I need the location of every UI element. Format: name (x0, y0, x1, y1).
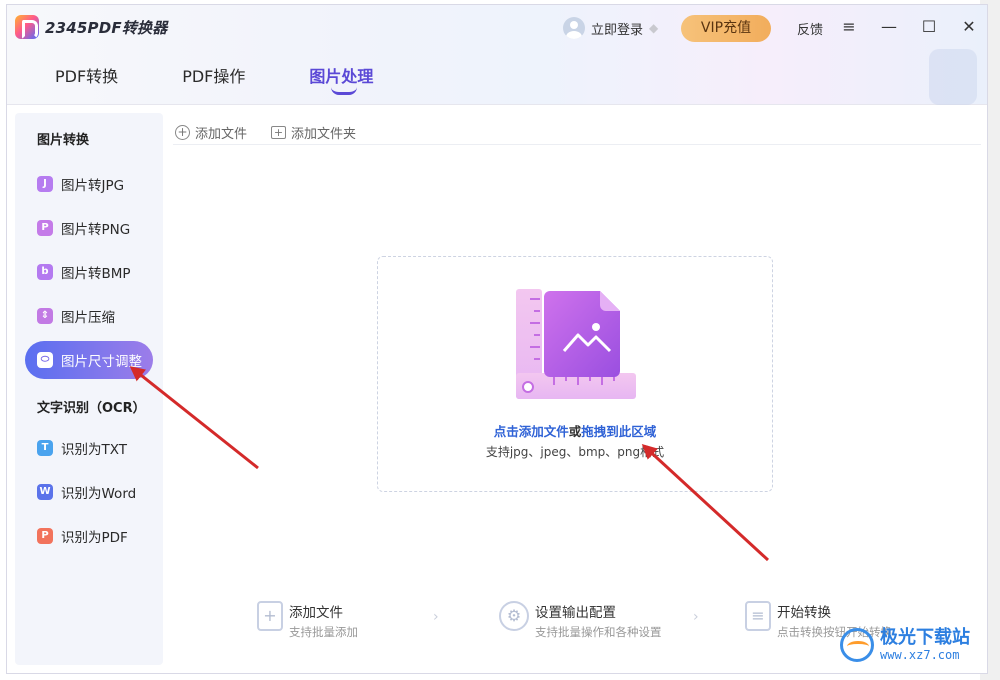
bmp-icon: b (37, 264, 53, 280)
header: 2345PDF转换器 立即登录 ◆ VIP充值 反馈 ≡ — ☐ ✕ PDF转换… (7, 5, 987, 105)
file-drop-zone[interactable]: 点击添加文件或拖拽到此区域 支持jpg、jpeg、bmp、png格式 (377, 256, 773, 492)
tab-pdf-operate[interactable]: PDF操作 (182, 63, 245, 87)
sidebar-item-image-compress[interactable]: ⇕ 图片压缩 (25, 297, 153, 335)
step-chevron-icon: › (693, 609, 699, 625)
sidebar-item-label: 识别为Word (61, 486, 137, 502)
sidebar-item-ocr-pdf[interactable]: P 识别为PDF (25, 517, 153, 555)
png-icon: P (37, 220, 53, 236)
minimize-icon[interactable]: — (877, 15, 901, 39)
step-title: 添加文件 (289, 605, 343, 621)
supported-formats-text: 支持jpg、jpeg、bmp、png格式 (485, 445, 665, 459)
add-circle-icon: + (175, 125, 190, 140)
add-file-label: 添加文件 (195, 127, 248, 142)
app-window: 2345PDF转换器 立即登录 ◆ VIP充值 反馈 ≡ — ☐ ✕ PDF转换… (6, 4, 988, 674)
drop-or-text: 或 (568, 424, 582, 439)
pdf-icon: P (37, 528, 53, 544)
drag-here-text: 拖拽到此区域 (581, 424, 657, 439)
diamond-icon: ◆ (649, 21, 659, 35)
file-toolbar: + 添加文件 + 添加文件夹 (173, 121, 981, 145)
tab-image-process[interactable]: 图片处理 (309, 63, 374, 95)
sidebar-item-label: 图片转BMP (61, 266, 131, 282)
add-file-button[interactable]: + 添加文件 (175, 123, 247, 142)
avatar-icon (563, 17, 585, 39)
main-tabs: PDF转换 PDF操作 图片处理 (55, 63, 437, 95)
active-tab-indicator (331, 87, 358, 95)
feedback-link[interactable]: 反馈 (797, 19, 823, 38)
sidebar-item-label: 图片转JPG (61, 178, 125, 194)
resize-icon: ⬭ (37, 352, 53, 368)
sidebar-item-image-to-jpg[interactable]: J 图片转JPG (25, 165, 153, 203)
header-watermark-logo (929, 49, 977, 105)
login-label: 立即登录 (591, 22, 644, 38)
sidebar-item-image-resize[interactable]: ⬭ 图片尺寸调整 (25, 341, 153, 379)
sidebar-item-ocr-word[interactable]: W 识别为Word (25, 473, 153, 511)
step-title: 开始转换 (777, 605, 831, 621)
step-title: 设置输出配置 (535, 605, 616, 621)
txt-icon: T (37, 440, 53, 456)
watermark-title: 极光下载站 (880, 627, 970, 648)
document-list-icon: ≡ (745, 601, 771, 631)
tab-image-process-label: 图片处理 (309, 67, 374, 86)
app-logo: 2345PDF转换器 (15, 15, 167, 39)
compress-icon: ⇕ (37, 308, 53, 324)
image-file-illustration-icon (516, 289, 636, 399)
sidebar-item-label: 识别为PDF (61, 530, 128, 546)
app-logo-text: 2345PDF转换器 (45, 18, 168, 37)
corner-watermark: 极光下载站 www.xz7.com (840, 628, 970, 662)
word-icon: W (37, 484, 53, 500)
app-logo-icon (15, 15, 39, 39)
watermark-url: www.xz7.com (880, 648, 960, 662)
add-folder-button[interactable]: + 添加文件夹 (271, 123, 356, 142)
gear-icon: ⚙ (499, 601, 529, 631)
sidebar-item-image-to-png[interactable]: P 图片转PNG (25, 209, 153, 247)
sidebar-section-image-convert: 图片转换 (37, 133, 90, 148)
sidebar-item-label: 识别为TXT (61, 442, 128, 458)
vip-recharge-button[interactable]: VIP充值 (681, 15, 771, 42)
sidebar-item-image-to-bmp[interactable]: b 图片转BMP (25, 253, 153, 291)
login-button[interactable]: 立即登录 ◆ (563, 17, 658, 39)
maximize-icon[interactable]: ☐ (917, 15, 941, 39)
step-desc: 支持批量操作和各种设置 (535, 625, 662, 639)
menu-icon[interactable]: ≡ (837, 15, 861, 39)
jpg-icon: J (37, 176, 53, 192)
add-folder-label: 添加文件夹 (291, 127, 357, 142)
add-file-step-icon: + (257, 601, 283, 631)
sidebar-section-ocr: 文字识别（OCR） (37, 401, 146, 416)
step-output-settings: ⚙ 设置输出配置 支持批量操作和各种设置 (499, 601, 662, 640)
tab-pdf-convert[interactable]: PDF转换 (55, 63, 118, 87)
step-chevron-icon: › (433, 609, 439, 625)
close-icon[interactable]: ✕ (957, 15, 981, 39)
add-folder-icon: + (271, 126, 287, 139)
click-add-file-link[interactable]: 点击添加文件 (494, 424, 569, 439)
sidebar: 图片转换 J 图片转JPG P 图片转PNG b 图片转BMP ⇕ 图片压缩 ⬭… (15, 113, 163, 665)
sidebar-item-label: 图片压缩 (61, 310, 115, 326)
sidebar-item-label: 图片尺寸调整 (61, 354, 142, 370)
sidebar-item-label: 图片转PNG (61, 222, 131, 238)
sidebar-item-ocr-txt[interactable]: T 识别为TXT (25, 429, 153, 467)
step-desc: 支持批量添加 (289, 625, 358, 639)
drop-zone-instruction: 点击添加文件或拖拽到此区域 (378, 421, 772, 440)
step-add-file: + 添加文件 支持批量添加 (257, 601, 358, 640)
site-logo-icon (840, 628, 874, 662)
